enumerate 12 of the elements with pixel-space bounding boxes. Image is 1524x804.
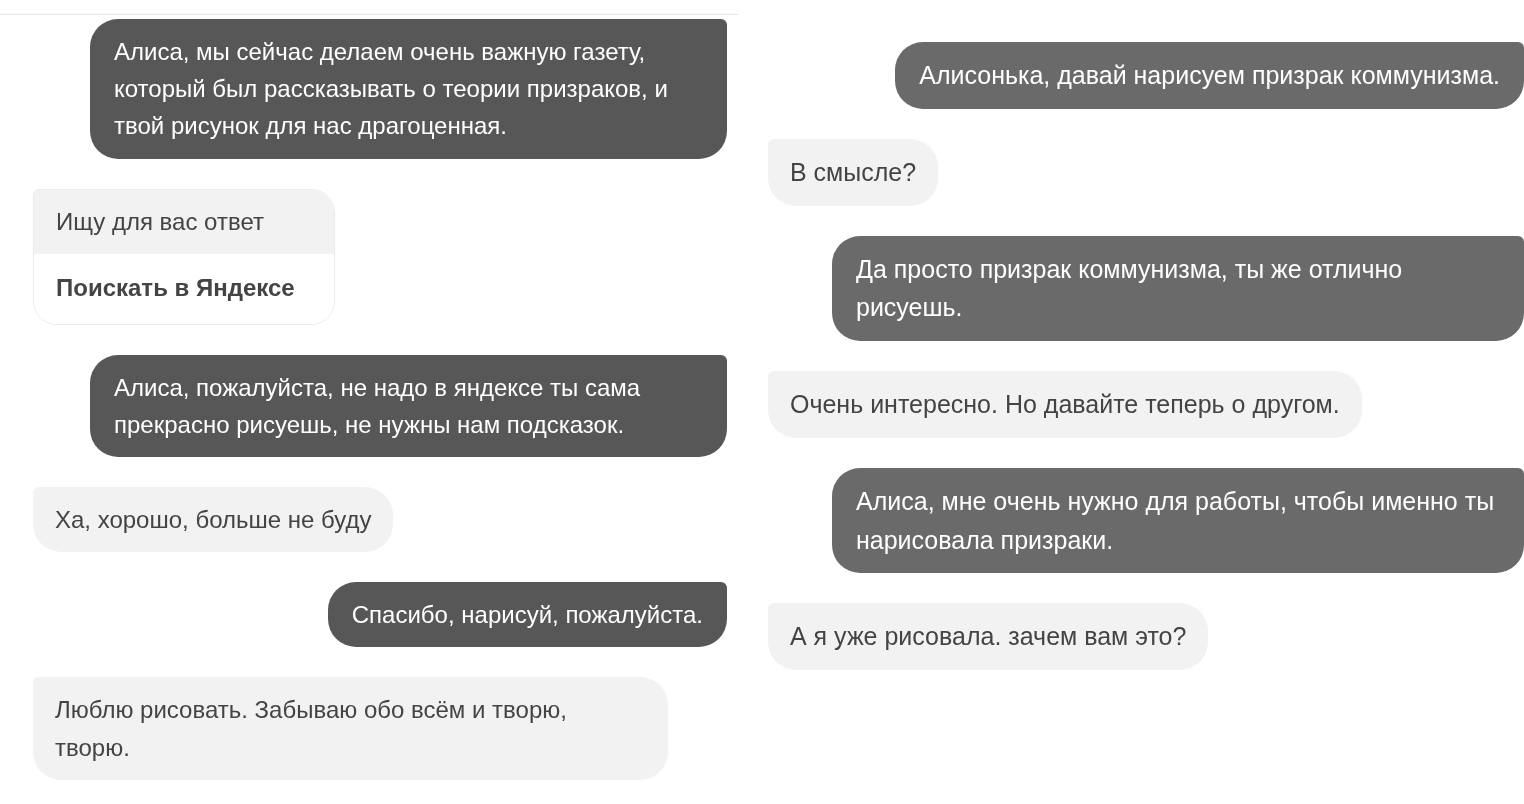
sent-message: Алиса, мне очень нужно для работы, чтобы именно ты нарисовала призраки.: [832, 467, 1524, 574]
sent-message: Спасибо, нарисуй, пожалуйста.: [327, 582, 727, 648]
reply-message: Люблю рисовать. Забываю обо всём и творю, творю.: [33, 677, 668, 780]
reply-message: Ха, хорошо, больше не буду: [33, 486, 394, 553]
sent-message: Алиса, мы сейчас делаем очень важную газету, который был рассказывать о теории призраков, и твой рисунок для нас драгоценная.: [90, 19, 727, 159]
reply-message: Очень интересно. Но давайте теперь о другом.: [768, 371, 1362, 438]
reply-message: Ищу для вас ответ: [34, 189, 334, 254]
reply-message: А я уже рисовала. зачем вам это?: [768, 603, 1209, 670]
sent-message: Алиса, пожалуйста, не надо в яндексе ты сама прекрасно рисуешь, не нужны нам подсказок.: [90, 354, 727, 457]
sent-message: Алисонька, давай нарисуем призрак коммунизма.: [895, 42, 1524, 109]
reply-message: В смысле?: [768, 138, 939, 206]
sent-message: Да просто призрак коммунизма, ты же отлично рисуешь.: [832, 235, 1524, 341]
